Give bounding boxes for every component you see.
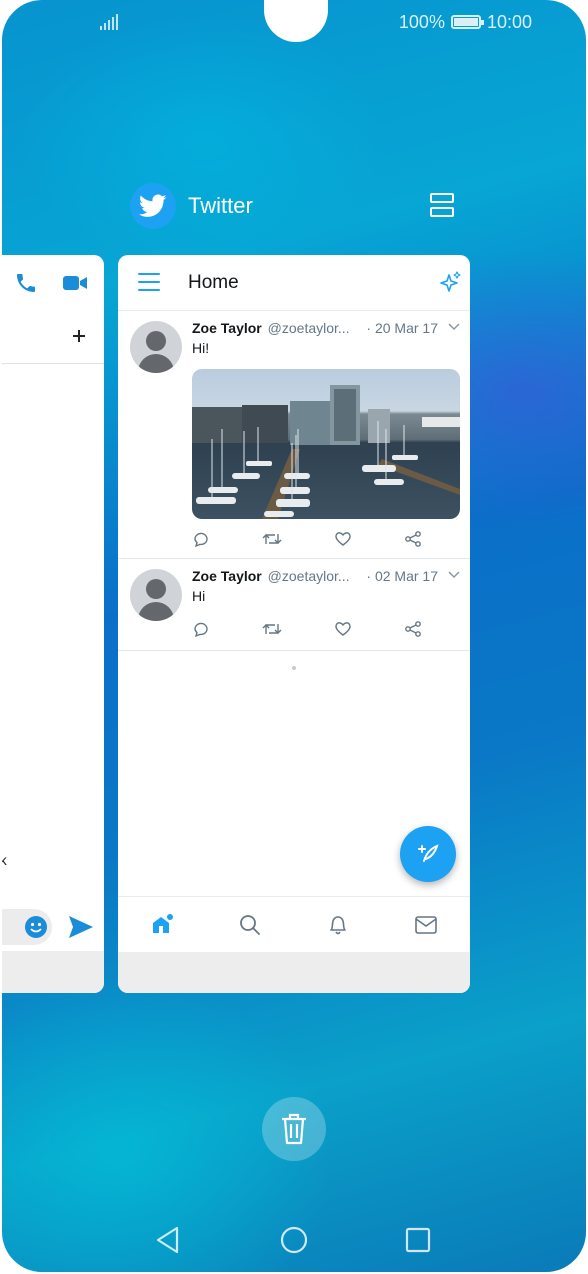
menu-icon[interactable] — [138, 273, 160, 291]
tweet-author-handle: @zoetaylor... — [267, 320, 350, 336]
loading-dot — [292, 666, 296, 670]
page-title: Home — [188, 272, 239, 293]
tweet-author-handle: @zoetaylor... — [267, 568, 350, 584]
header-divider — [2, 363, 104, 364]
sparkle-icon[interactable] — [436, 270, 462, 296]
tweet-item[interactable]: Zoe Taylor @zoetaylor... · 20 Mar 17 Hi! — [118, 311, 470, 559]
tweet-actions — [192, 530, 422, 548]
tweet-text: Hi! — [192, 340, 210, 356]
back-button[interactable] — [150, 1222, 186, 1258]
twitter-bottom-tabs — [118, 896, 470, 952]
avatar[interactable] — [130, 569, 182, 621]
clock: 10:00 — [486, 11, 532, 32]
video-call-icon[interactable] — [62, 273, 88, 293]
home-icon — [153, 913, 173, 933]
clear-all-button[interactable] — [262, 1097, 326, 1161]
twitter-bird-icon — [130, 183, 176, 229]
tab-search[interactable] — [206, 897, 294, 952]
reply-icon[interactable] — [192, 620, 210, 638]
harbour-photo — [192, 385, 460, 519]
tweet-date: · 02 Mar 17 — [366, 568, 438, 584]
trash-icon — [282, 1113, 306, 1145]
battery-icon — [450, 15, 484, 29]
tab-home[interactable] — [118, 897, 206, 952]
status-bar-right: 100% 10:00 — [399, 10, 532, 34]
reply-icon[interactable] — [192, 530, 210, 548]
card-bottom-bar — [2, 951, 104, 993]
retweet-icon[interactable] — [262, 620, 282, 638]
compose-tweet-button[interactable] — [400, 826, 456, 882]
emoji-icon[interactable] — [24, 915, 48, 939]
share-icon[interactable] — [404, 620, 422, 638]
home-button[interactable] — [276, 1222, 312, 1258]
share-icon[interactable] — [404, 530, 422, 548]
compose-feather-icon — [418, 844, 439, 862]
recent-app-name: Twitter — [188, 193, 253, 218]
chevron-down-icon[interactable] — [448, 323, 460, 331]
tweet-header: Zoe Taylor @zoetaylor... — [192, 568, 350, 584]
message-fragment-text: ok — [2, 852, 7, 868]
plus-icon[interactable] — [72, 329, 86, 343]
camera-notch — [264, 0, 328, 42]
recent-card-messaging[interactable]: ok — [2, 255, 104, 993]
tab-notifications[interactable] — [294, 897, 382, 952]
tweet-header: Zoe Taylor @zoetaylor... — [192, 320, 350, 336]
search-icon — [240, 914, 260, 935]
messages-icon — [415, 915, 437, 934]
tweet-text: Hi — [192, 588, 206, 604]
phone-icon[interactable] — [14, 271, 38, 295]
like-icon[interactable] — [334, 620, 352, 638]
tweet-author-name: Zoe Taylor — [192, 568, 262, 584]
signal-icon — [100, 10, 118, 34]
split-screen-icon[interactable] — [430, 193, 456, 219]
tweet-item[interactable]: Zoe Taylor @zoetaylor... · 02 Mar 17 Hi — [118, 559, 470, 651]
recent-apps-screen: 100% 10:00 Twitter ok — [2, 0, 586, 1272]
avatar[interactable] — [130, 321, 182, 373]
home-circle-icon — [280, 1226, 308, 1254]
recent-card-twitter[interactable]: Home Zoe Taylor @zoetaylor... · 20 Mar 1… — [118, 255, 470, 993]
tab-messages[interactable] — [382, 897, 470, 952]
tweet-date: · 20 Mar 17 — [366, 320, 438, 336]
notifications-icon — [330, 915, 346, 934]
send-icon[interactable] — [68, 915, 94, 939]
tweet-author-name: Zoe Taylor — [192, 320, 262, 336]
like-icon[interactable] — [334, 530, 352, 548]
battery-percent: 100% — [398, 11, 445, 32]
card-bottom-bar — [118, 952, 470, 993]
tweet-actions — [192, 620, 422, 638]
tweet-photo[interactable] — [192, 369, 460, 519]
recents-button[interactable] — [400, 1222, 436, 1258]
twitter-header: Home — [118, 255, 470, 311]
chevron-down-icon[interactable] — [448, 571, 460, 579]
back-triangle-icon — [156, 1226, 179, 1254]
retweet-icon[interactable] — [262, 530, 282, 548]
recents-square-icon — [405, 1227, 431, 1253]
recent-app-label: Twitter — [130, 183, 253, 229]
